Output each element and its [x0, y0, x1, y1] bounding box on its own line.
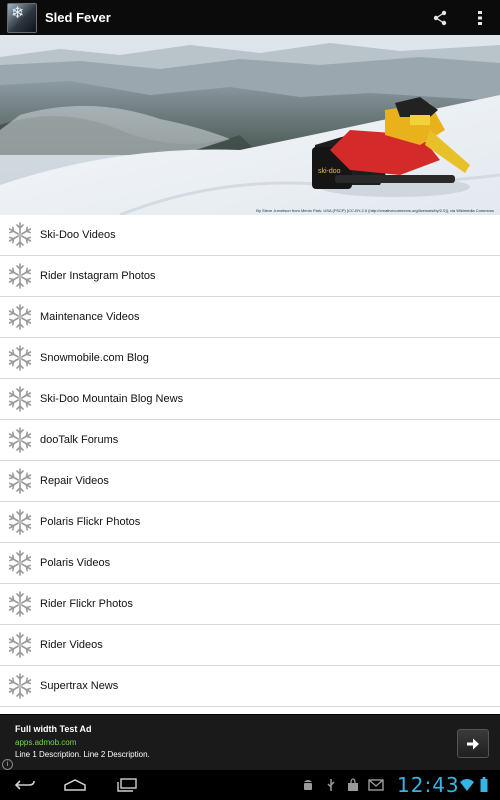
info-icon[interactable]: i [2, 759, 13, 770]
snowflake-icon [8, 632, 32, 658]
list-item[interactable]: Polaris Flickr Photos [0, 502, 500, 543]
snowflake-icon [8, 550, 32, 576]
ad-title: Full width Test Ad [15, 724, 92, 734]
home-icon [64, 779, 86, 791]
system-bar: 12:43 [0, 770, 500, 800]
gmail-icon [368, 777, 384, 793]
snowflake-app-icon[interactable]: ❄ [7, 2, 37, 33]
list-item[interactable]: Supertrax News [0, 666, 500, 707]
list-item[interactable]: Repair Videos [0, 461, 500, 502]
share-icon [433, 10, 447, 25]
snowmobile-photo: ski-doo [0, 35, 500, 215]
list-item[interactable]: Polaris Videos [0, 543, 500, 584]
list-item-label: Rider Videos [40, 639, 103, 651]
snowflake-icon [8, 263, 32, 289]
ad-banner[interactable]: Full width Test Ad apps.admob.com Line 1… [0, 714, 500, 771]
shopping-bag-icon [345, 777, 361, 793]
svg-text:ski-doo: ski-doo [318, 168, 341, 175]
list-item-label: Supertrax News [40, 680, 119, 692]
list-item[interactable]: Rider Videos [0, 625, 500, 666]
list-item[interactable]: Rider Flickr Photos [0, 584, 500, 625]
ad-description: Line 1 Description. Line 2 Description. [15, 750, 150, 759]
list-item-label: Polaris Videos [40, 557, 111, 569]
action-bar: ❄ Sled Fever [0, 0, 500, 35]
list-item-label: Rider Instagram Photos [40, 270, 156, 282]
list-item[interactable]: dooTalk Forums [0, 420, 500, 461]
snowflake-icon [8, 427, 32, 453]
list-item[interactable]: Ski-Doo Mountain Blog News [0, 379, 500, 420]
home-button[interactable] [60, 776, 90, 794]
list-item-label: Repair Videos [40, 475, 109, 487]
wifi-icon [459, 777, 475, 793]
usb-icon [323, 777, 339, 793]
snowflake-icon [8, 222, 32, 248]
ad-url[interactable]: apps.admob.com [15, 738, 76, 747]
list-item-label: dooTalk Forums [40, 434, 119, 446]
battery-icon [478, 777, 490, 793]
list-item-label: Polaris Flickr Photos [40, 516, 141, 528]
list-item-label: Ski-Doo Mountain Blog News [40, 393, 184, 405]
recent-apps-icon [117, 778, 137, 792]
app-title: Sled Fever [45, 10, 111, 25]
overflow-menu-button[interactable] [460, 0, 500, 35]
snowflake-icon [8, 386, 32, 412]
snowflake-icon [8, 468, 32, 494]
arrow-right-icon [467, 738, 479, 749]
back-button[interactable] [10, 776, 40, 794]
list-item-label: Rider Flickr Photos [40, 598, 133, 610]
list-item[interactable]: Snowmobile.com Blog [0, 338, 500, 379]
snowflake-icon [8, 304, 32, 330]
snowflake-icon [8, 509, 32, 535]
list-item-label: Ski-Doo Videos [40, 229, 116, 241]
photo-credit: By Steve Jurvetson from Menlo Park, USA … [256, 208, 494, 213]
recent-apps-button[interactable] [112, 776, 142, 794]
link-list: Ski-Doo Videos Rider Instagram Photos Ma… [0, 215, 500, 713]
clock: 12:43 [397, 773, 460, 797]
header-image: ski-doo By Steve Jurvetson from Menlo Pa… [0, 35, 500, 215]
snowflake-icon [8, 591, 32, 617]
list-item[interactable]: Rider Instagram Photos [0, 256, 500, 297]
overflow-menu-icon [478, 10, 482, 25]
snowflake-icon [8, 345, 32, 371]
back-icon [14, 780, 35, 790]
list-item[interactable]: Ski-Doo Videos [0, 215, 500, 256]
android-debug-icon [300, 777, 316, 793]
snowflake-icon [8, 673, 32, 699]
ad-open-button[interactable] [457, 729, 489, 758]
list-item-label: Maintenance Videos [40, 311, 140, 323]
list-item-label: Snowmobile.com Blog [40, 352, 149, 364]
list-item[interactable] [0, 707, 500, 713]
list-item[interactable]: Maintenance Videos [0, 297, 500, 338]
share-button[interactable] [420, 0, 460, 35]
